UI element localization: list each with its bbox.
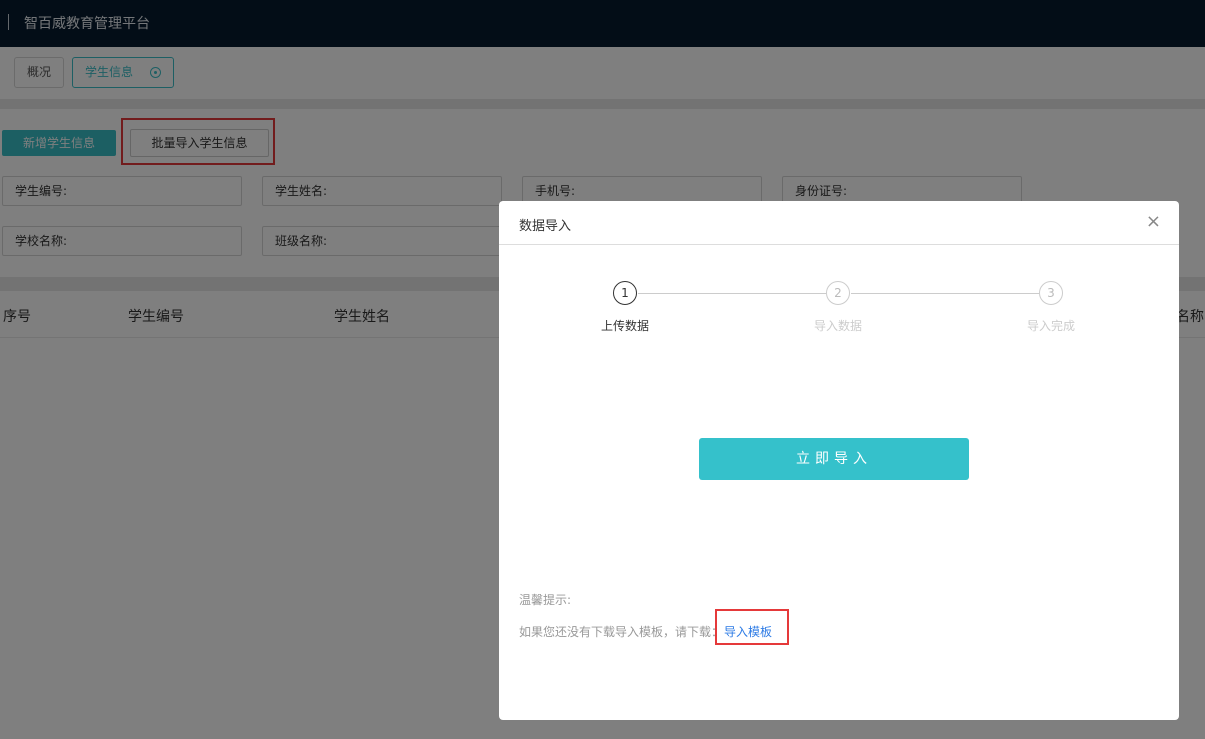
step-1-label: 上传数据	[600, 319, 649, 333]
step-connector	[638, 293, 826, 294]
step-connector	[851, 293, 1039, 294]
import-dialog: 数据导入 × 1 2 3 上传数据 导入数据 导入完成 立即导入 温馨提示: 如…	[499, 201, 1179, 720]
tip-title: 温馨提示:	[519, 593, 572, 607]
close-icon[interactable]: ×	[1146, 213, 1161, 231]
step-3-label: 导入完成	[1026, 319, 1075, 333]
step-2-icon: 2	[826, 281, 850, 305]
step-2-label: 导入数据	[813, 319, 862, 333]
highlight-box	[715, 609, 789, 645]
import-now-button[interactable]: 立即导入	[699, 438, 969, 480]
tip-text: 如果您还没有下载导入模板，请下载：	[519, 625, 724, 639]
step-3-icon: 3	[1039, 281, 1063, 305]
dialog-title: 数据导入	[519, 219, 572, 234]
step-1-icon: 1	[613, 281, 637, 305]
dialog-header: 数据导入 ×	[499, 201, 1179, 245]
